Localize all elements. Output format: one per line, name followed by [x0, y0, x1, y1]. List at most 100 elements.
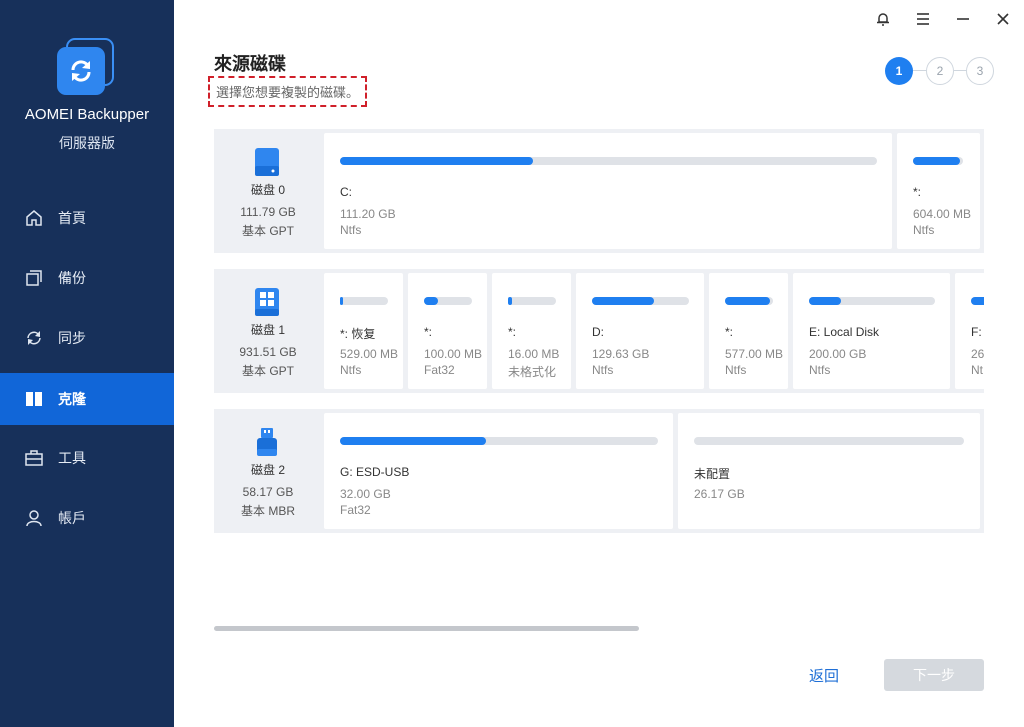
partition-size: 100.00 MB	[424, 347, 483, 361]
nav-label: 帳戶	[58, 510, 86, 526]
unallocated-card[interactable]: 未配置 26.17 GB	[678, 413, 980, 529]
partition-size: 26.17 GB	[694, 487, 745, 501]
app-logo	[57, 38, 117, 98]
nav-label: 備份	[58, 270, 86, 286]
nav-item-account[interactable]: 帳戶	[0, 492, 174, 544]
menu-icon[interactable]	[912, 8, 934, 30]
app-name: AOMEI Backupper	[24, 106, 150, 123]
partition-size: 200.00 GB	[809, 347, 867, 361]
nav-label: 同步	[58, 330, 86, 346]
disk-row[interactable]: 磁盘 0 111.79 GB 基本 GPT C: 111.20 GB Ntfs …	[214, 129, 984, 253]
disk-row[interactable]: 磁盘 1 931.51 GB 基本 GPT *: 恢复 529.00 MB Nt…	[214, 269, 984, 393]
partition-card[interactable]: F: L 26 Nt	[955, 273, 984, 389]
windows-disk-icon	[255, 288, 279, 316]
partition-name: *:	[913, 185, 922, 199]
partition-filesystem: Fat32	[340, 503, 371, 517]
partition-filesystem: Ntfs	[340, 223, 362, 237]
partition-card[interactable]: *: 恢复 529.00 MB Ntfs	[324, 273, 403, 389]
nav-item-backup[interactable]: 備份	[0, 252, 174, 304]
usage-bar	[508, 297, 556, 305]
step-1: 1	[885, 57, 913, 85]
partition-name: 未配置	[694, 467, 731, 481]
home-icon	[24, 208, 44, 228]
partition-card[interactable]: *: 16.00 MB 未格式化	[492, 273, 571, 389]
usage-bar	[725, 297, 773, 305]
usb-icon	[257, 428, 277, 456]
partition-name: C:	[340, 185, 352, 199]
disk-name: 磁盘 0	[250, 183, 285, 197]
usage-bar-fill	[340, 437, 487, 445]
app-edition: 伺服器版	[59, 135, 115, 151]
partition-filesystem: Ntfs	[340, 363, 362, 377]
partition-size: 26	[971, 347, 984, 361]
partition-filesystem: Nt	[971, 363, 983, 377]
clone-icon	[24, 389, 44, 409]
disk-info: 磁盘 0 111.79 GB 基本 GPT	[214, 129, 322, 253]
partition-card[interactable]: G: ESD-USB 32.00 GB Fat32	[324, 413, 673, 529]
usage-bar-fill	[424, 297, 439, 305]
partition-size: 129.63 GB	[592, 347, 650, 361]
usage-bar	[913, 157, 963, 165]
usage-bar	[340, 157, 877, 165]
sync-icon	[24, 328, 44, 348]
partition-filesystem: Ntfs	[913, 223, 935, 237]
user-icon	[24, 508, 44, 528]
disk-type: 基本 GPT	[241, 224, 294, 238]
hdd-icon	[255, 148, 279, 176]
nav-label: 克隆	[58, 391, 86, 407]
nav-item-tools[interactable]: 工具	[0, 432, 174, 484]
usage-bar	[340, 437, 658, 445]
nav-item-home[interactable]: 首頁	[0, 192, 174, 244]
usage-bar-fill	[913, 157, 960, 165]
usage-bar	[592, 297, 689, 305]
page-subtitle: 選擇您想要複製的磁碟。	[208, 76, 368, 107]
usage-bar-fill	[725, 297, 770, 305]
usage-bar	[694, 437, 964, 445]
close-icon[interactable]	[992, 8, 1014, 30]
partition-name: *:	[424, 325, 433, 339]
step-2: 2	[926, 57, 954, 85]
partition-name: *:	[725, 325, 734, 339]
partition-card[interactable]: E: Local Disk 200.00 GB Ntfs	[793, 273, 950, 389]
usage-bar	[340, 297, 388, 305]
disk-info: 磁盘 2 58.17 GB 基本 MBR	[214, 409, 322, 533]
nav-item-clone[interactable]: 克隆	[0, 373, 174, 425]
partition-card[interactable]: *: 100.00 MB Fat32	[408, 273, 487, 389]
usage-bar	[424, 297, 472, 305]
next-button[interactable]: 下一步	[884, 659, 984, 691]
backup-icon	[24, 268, 44, 288]
partition-card[interactable]: D: 129.63 GB Ntfs	[576, 273, 704, 389]
partition-size: 604.00 MB	[913, 207, 972, 221]
usage-bar-fill	[340, 297, 343, 305]
disk-row[interactable]: 磁盘 2 58.17 GB 基本 MBR G: ESD-USB 32.00 GB…	[214, 409, 984, 533]
back-button[interactable]: 返回	[800, 661, 848, 689]
partition-name: F: L	[971, 325, 984, 339]
partition-size: 111.20 GB	[340, 207, 396, 221]
disk-info: 磁盘 1 931.51 GB 基本 GPT	[214, 269, 322, 393]
usage-bar-fill	[340, 157, 534, 165]
notification-bell-icon[interactable]	[872, 8, 894, 30]
step-connector	[913, 70, 927, 71]
disk-name: 磁盘 1	[250, 323, 285, 337]
partition-filesystem: 未格式化	[508, 365, 557, 379]
usage-bar-fill	[592, 297, 655, 305]
partition-card[interactable]: C: 111.20 GB Ntfs	[324, 133, 892, 249]
partition-name: E: Local Disk	[809, 325, 880, 339]
partition-card[interactable]: *: 604.00 MB Ntfs	[897, 133, 980, 249]
partition-name: *:	[508, 325, 517, 339]
disk-size: 111.79 GB	[240, 205, 296, 219]
partition-filesystem: Ntfs	[592, 363, 614, 377]
partition-filesystem: Fat32	[424, 363, 455, 377]
partition-size: 529.00 MB	[340, 347, 399, 361]
usage-bar	[971, 297, 984, 305]
partition-name: G: ESD-USB	[340, 465, 410, 479]
usage-bar-fill	[508, 297, 512, 305]
nav-item-sync[interactable]: 同步	[0, 312, 174, 364]
horizontal-scrollbar[interactable]	[214, 626, 639, 631]
disk-name: 磁盘 2	[250, 463, 285, 477]
disk-type: 基本 GPT	[241, 364, 294, 378]
partition-card[interactable]: *: 577.00 MB Ntfs	[709, 273, 788, 389]
nav-label: 首頁	[58, 210, 86, 226]
nav-label: 工具	[58, 450, 86, 466]
minimize-icon[interactable]	[952, 8, 974, 30]
